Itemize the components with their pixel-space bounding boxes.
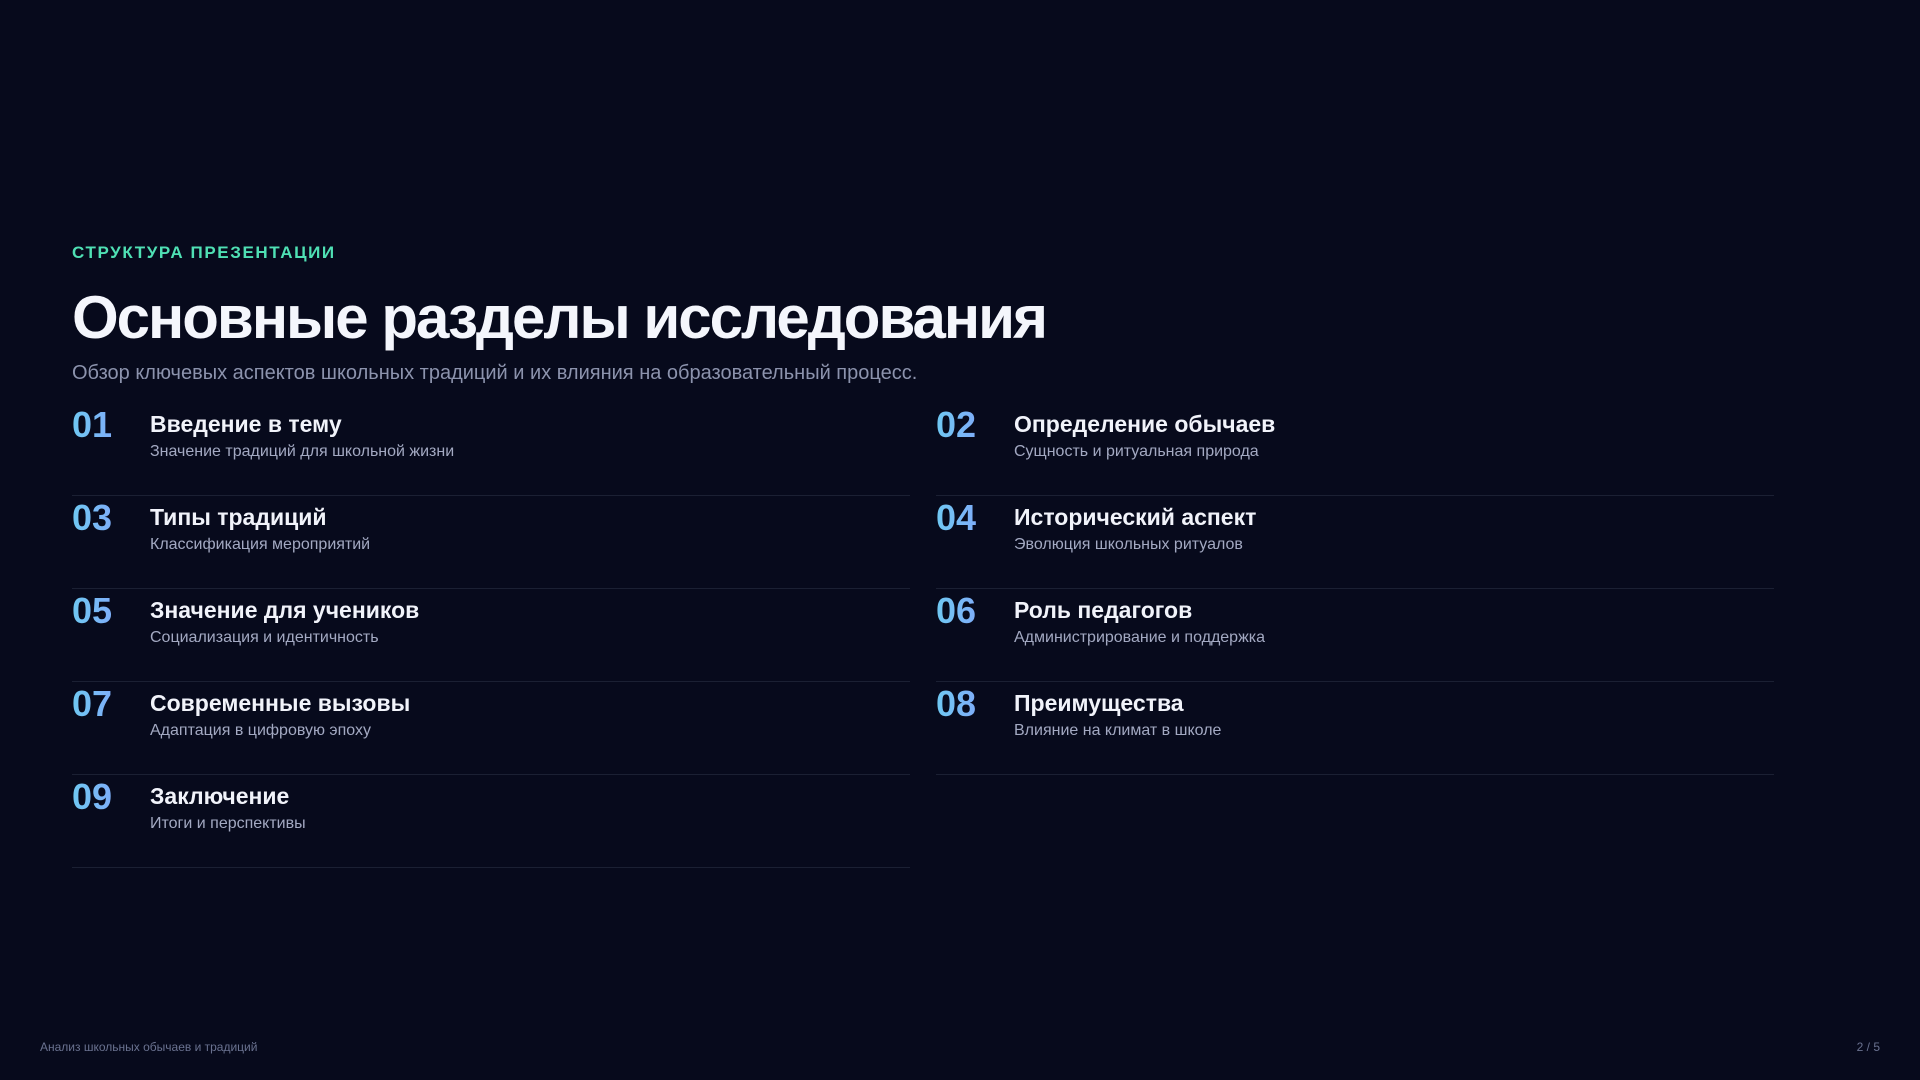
section-item-07: 07 Современные вызовы Адаптация в цифров… (72, 682, 910, 775)
section-texts: Типы традиций Классификация мероприятий (150, 496, 370, 555)
section-texts: Исторический аспект Эволюция школьных ри… (1014, 496, 1256, 555)
footer-presentation-title: Анализ школьных обычаев и традиций (40, 1040, 258, 1054)
section-description: Классификация мероприятий (150, 536, 371, 553)
section-description: Социализация и идентичность (150, 629, 379, 646)
section-number: 09 (72, 775, 150, 819)
section-item-01: 01 Введение в тему Значение традиций для… (72, 403, 910, 496)
section-number: 02 (936, 403, 1014, 447)
slide: СТРУКТУРА ПРЕЗЕНТАЦИИ Основные разделы и… (0, 0, 1920, 1080)
section-description: Эволюция школьных ритуалов (1014, 536, 1243, 553)
slide-content: СТРУКТУРА ПРЕЗЕНТАЦИИ Основные разделы и… (72, 241, 1774, 868)
section-title: Современные вызовы (150, 690, 411, 716)
section-item-03: 03 Типы традиций Классификация мероприят… (72, 496, 910, 589)
section-description: Итоги и перспективы (150, 815, 306, 832)
section-number: 07 (72, 682, 150, 726)
eyebrow-label: СТРУКТУРА ПРЕЗЕНТАЦИИ (72, 243, 336, 262)
section-number: 08 (936, 682, 1014, 726)
section-texts: Введение в тему Значение традиций для шк… (150, 403, 454, 462)
section-number: 05 (72, 589, 150, 633)
section-title: Типы традиций (150, 504, 327, 530)
section-description: Адаптация в цифровую эпоху (150, 722, 371, 739)
section-texts: Роль педагогов Администрирование и подде… (1014, 589, 1265, 648)
section-texts: Определение обычаев Сущность и ритуальна… (1014, 403, 1275, 462)
section-title: Введение в тему (150, 411, 342, 437)
section-item-06: 06 Роль педагогов Администрирование и по… (936, 589, 1774, 682)
section-title: Исторический аспект (1014, 504, 1257, 530)
section-number: 03 (72, 496, 150, 540)
sections-grid: 01 Введение в тему Значение традиций для… (72, 403, 1774, 868)
section-item-04: 04 Исторический аспект Эволюция школьных… (936, 496, 1774, 589)
section-description: Сущность и ритуальная природа (1014, 443, 1259, 460)
page-subtitle: Обзор ключевых аспектов школьных традици… (72, 362, 918, 384)
section-number: 06 (936, 589, 1014, 633)
section-description: Влияние на климат в школе (1014, 722, 1222, 739)
section-number: 04 (936, 496, 1014, 540)
section-title: Определение обычаев (1014, 411, 1276, 437)
section-description: Администрирование и поддержка (1014, 629, 1266, 646)
section-item-09: 09 Заключение Итоги и перспективы (72, 775, 910, 868)
section-number: 01 (72, 403, 150, 447)
page-title: Основные разделы исследования (72, 284, 1048, 351)
section-title: Значение для учеников (150, 597, 420, 623)
page-counter: 2 / 5 (1856, 1040, 1880, 1054)
section-title: Преимущества (1014, 690, 1184, 716)
section-item-08: 08 Преимущества Влияние на климат в школ… (936, 682, 1774, 775)
section-item-05: 05 Значение для учеников Социализация и … (72, 589, 910, 682)
section-texts: Значение для учеников Социализация и иде… (150, 589, 419, 648)
section-texts: Современные вызовы Адаптация в цифровую … (150, 682, 410, 741)
section-texts: Заключение Итоги и перспективы (150, 775, 306, 834)
section-texts: Преимущества Влияние на климат в школе (1014, 682, 1221, 741)
section-description: Значение традиций для школьной жизни (150, 443, 455, 460)
section-item-02: 02 Определение обычаев Сущность и ритуал… (936, 403, 1774, 496)
section-title: Роль педагогов (1014, 597, 1193, 623)
section-title: Заключение (150, 783, 290, 809)
